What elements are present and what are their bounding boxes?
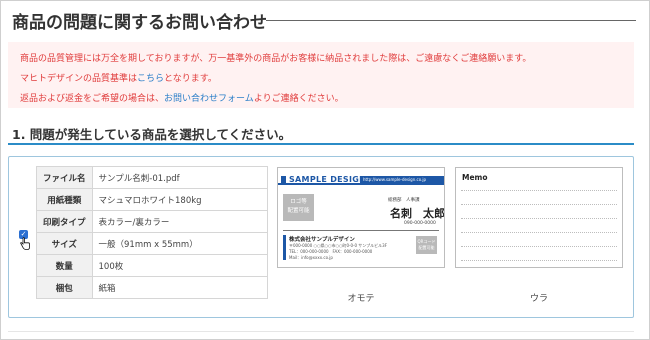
spec-value: 100枚 [91, 254, 269, 277]
card-front-preview: SAMPLE DESIGN http://www.sample-design.c… [277, 167, 445, 268]
spec-value: 一般（91mm x 55mm） [91, 232, 269, 255]
card-brand: SAMPLE DESIGN [289, 175, 367, 184]
memo-line [461, 218, 617, 219]
notice-line-quality: 商品の品質管理には万全を期しておりますが、万一基準外の商品がお客様に納品されまし… [20, 54, 532, 64]
notice-line-refund: 返品および返金をご希望の場合は、お問い合わせフォームよりご連絡ください。 [20, 91, 344, 104]
product-spec-table: ファイル名 サンプル名刺-01.pdf 用紙種類 マシュマロホワイト180kg 印刷タイ… [36, 166, 269, 299]
memo-line [461, 260, 617, 261]
memo-line [461, 232, 617, 233]
section-divider [8, 331, 634, 332]
card-role: 総務部 人事課 [388, 198, 420, 203]
card-header-bar: SAMPLE DESIGN http://www.sample-design.c… [278, 175, 444, 185]
spec-value: 紙箱 [91, 276, 269, 299]
notice-text: となります。 [164, 74, 217, 84]
card-person-name: 名刺 太郎 [390, 207, 445, 220]
hand-pointer-icon [20, 237, 30, 250]
step-heading: 1. 問題が発生している商品を選択してください。 [12, 127, 292, 142]
back-caption: ウラ [529, 294, 548, 304]
notice-line-standard: マヒトデザインの品質基準はこちらとなります。 [20, 71, 217, 84]
step-divider [8, 143, 634, 145]
card-company: 株式会社サンプルデザイン [289, 237, 355, 243]
contact-form-link[interactable]: お問い合わせフォーム [164, 94, 254, 104]
notice-text: マヒトデザインの品質基準は [20, 74, 138, 84]
spec-key: 用紙種類 [36, 188, 93, 211]
spec-key: 梱包 [36, 276, 93, 299]
quality-standard-link[interactable]: こちら [137, 74, 164, 84]
spec-key: 数量 [36, 254, 93, 277]
memo-line [461, 246, 617, 247]
notice-text: よりご連絡ください。 [253, 94, 344, 104]
title-divider [266, 20, 636, 21]
card-mail: Mail：info@xxxx.co.jp [289, 255, 333, 260]
front-caption: オモテ [347, 294, 375, 304]
spec-key: サイズ [36, 232, 93, 255]
spec-row: 数量 100枚 [36, 254, 269, 277]
qr-placeholder-text: 配置可能 [418, 245, 435, 250]
qr-placeholder: QRコード 配置可能 [416, 236, 437, 254]
card-back-preview: Memo [455, 167, 623, 268]
spec-row: サイズ 一般（91mm x 55mm） [36, 232, 269, 255]
card-accent-bar [283, 235, 286, 260]
memo-line [461, 190, 617, 191]
logo-placeholder-text: ロゴ等 [290, 199, 307, 205]
page-title: 商品の問題に関するお問い合わせ [12, 13, 267, 33]
spec-value: 表カラー/裏カラー [91, 210, 269, 233]
spec-value: マシュマロホワイト180kg [91, 188, 269, 211]
logo-placeholder: ロゴ等 配置可能 [283, 194, 314, 221]
card-phone: 090-000-0000 [404, 221, 436, 226]
brand-square-icon [281, 176, 286, 183]
notice-text: 返品および返金をご希望の場合は、 [20, 94, 165, 104]
card-divider [283, 230, 439, 231]
spec-row: 用紙種類 マシュマロホワイト180kg [36, 188, 269, 211]
spec-row: 梱包 紙箱 [36, 276, 269, 299]
logo-placeholder-text: 配置可能 [287, 208, 310, 214]
memo-title: Memo [462, 173, 488, 182]
notice-box: 商品の品質管理には万全を期しておりますが、万一基準外の商品がお客様に納品されまし… [8, 42, 634, 108]
spec-row: ファイル名 サンプル名刺-01.pdf [36, 166, 269, 189]
memo-line [461, 204, 617, 205]
spec-key: 印刷タイプ [36, 210, 93, 233]
card-url: http://www.sample-design.co.jp [360, 176, 444, 184]
spec-key: ファイル名 [36, 166, 93, 189]
spec-value: サンプル名刺-01.pdf [91, 166, 269, 189]
spec-row: 印刷タイプ 表カラー/裏カラー [36, 210, 269, 233]
